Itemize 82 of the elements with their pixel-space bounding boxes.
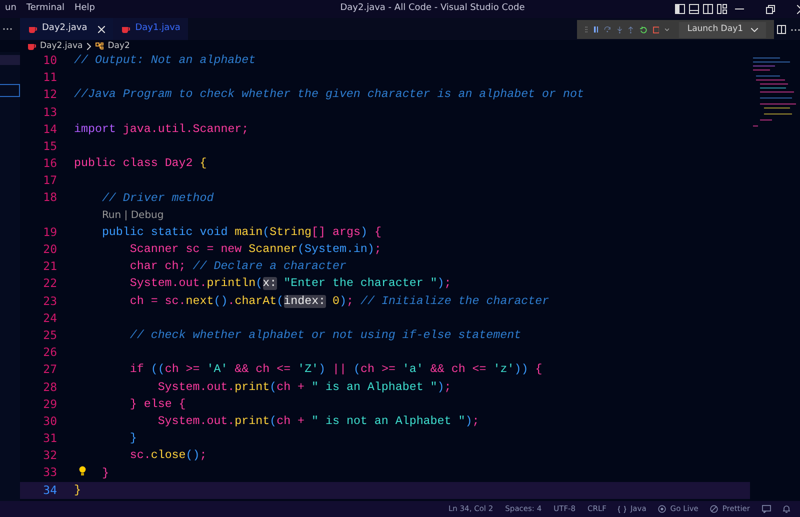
chevron-down-icon bbox=[751, 28, 758, 32]
code-line: if ((ch >= 'A' && ch <= 'Z') || (ch >= 'a' && ch <= 'z')) { bbox=[130, 362, 542, 378]
code-line: // check whether alphabet or not using if-else statement bbox=[130, 328, 522, 344]
sidebar-layout-icon[interactable] bbox=[675, 4, 685, 14]
code-line: //Java Program to check whether the given character is an alphabet or not bbox=[74, 87, 584, 104]
code-line: char ch; // Declare a character bbox=[130, 259, 346, 276]
stop-icon[interactable] bbox=[652, 24, 660, 34]
braces-icon bbox=[618, 506, 626, 512]
code-line: // Output: Not an alphabet bbox=[74, 53, 256, 69]
restart-icon[interactable] bbox=[640, 24, 647, 34]
menu-item[interactable]: Help bbox=[69, 2, 100, 16]
code-line: public class Day2 { bbox=[74, 156, 207, 172]
code-line: sc.close(); bbox=[130, 448, 207, 464]
line-number: 21 bbox=[43, 259, 57, 274]
class-icon bbox=[94, 42, 104, 50]
line-number: 29 bbox=[43, 396, 57, 411]
line-number: 18 bbox=[43, 190, 57, 204]
line-number: 34 bbox=[43, 482, 57, 497]
line-number: 14 bbox=[43, 122, 57, 136]
caret-icon[interactable] bbox=[665, 28, 670, 32]
line-number: 25 bbox=[43, 328, 57, 342]
java-file-icon bbox=[121, 24, 130, 34]
line-number: 23 bbox=[43, 294, 57, 308]
line-number: 13 bbox=[43, 104, 57, 119]
code-line: System.out.print(ch + " is an Alphabet "); bbox=[158, 380, 452, 396]
step-out-icon[interactable] bbox=[628, 24, 634, 34]
step-into-icon[interactable] bbox=[617, 24, 622, 34]
code-line: System.out.println(x: "Enter the character "); bbox=[130, 276, 452, 292]
line-number: 26 bbox=[43, 345, 57, 360]
line-number: 19 bbox=[43, 224, 57, 239]
line-number: 31 bbox=[43, 431, 57, 446]
chevron-icon bbox=[86, 42, 91, 50]
code-line: } bbox=[102, 466, 109, 482]
prohibited-icon bbox=[710, 505, 718, 513]
feedback-icon[interactable] bbox=[762, 505, 771, 513]
line-number: 20 bbox=[43, 242, 57, 256]
step-over-icon[interactable] bbox=[604, 25, 612, 34]
menu-item[interactable]: Terminal bbox=[21, 2, 70, 16]
code-line: // Driver method bbox=[102, 190, 214, 206]
bell-icon[interactable] bbox=[783, 505, 790, 513]
restore-icon[interactable] bbox=[766, 4, 775, 14]
launch-config-label: Launch Day1 bbox=[687, 23, 744, 36]
line-number: 12 bbox=[43, 87, 57, 102]
line-number: 16 bbox=[43, 156, 57, 170]
line-number: 27 bbox=[43, 362, 57, 376]
lightbulb-icon[interactable] bbox=[79, 466, 86, 476]
line-number: 30 bbox=[43, 414, 57, 428]
java-file-icon bbox=[27, 42, 36, 50]
launch-config-dropdown[interactable]: Launch Day1 bbox=[679, 22, 766, 38]
code-line: } bbox=[130, 431, 137, 448]
code-line: } else { bbox=[130, 396, 186, 413]
line-number: 32 bbox=[43, 448, 57, 462]
code-line: Scanner sc = new Scanner(System.in); bbox=[130, 242, 382, 258]
line-number: 15 bbox=[43, 138, 57, 153]
split-editor-icon[interactable] bbox=[777, 25, 786, 34]
split-layout-icon[interactable] bbox=[703, 4, 713, 14]
code-line: } bbox=[74, 482, 81, 499]
editor-tab[interactable]: Day1.java bbox=[113, 18, 188, 40]
code-line: ch = sc.next().charAt(index: 0); // Initialize the character bbox=[130, 294, 550, 310]
line-number: 11 bbox=[43, 70, 57, 84]
line-number: 17 bbox=[43, 173, 57, 188]
breadcrumb-item[interactable]: Day2 bbox=[108, 40, 130, 52]
codelens-links[interactable]: Run | Debug bbox=[102, 208, 164, 223]
line-number: 28 bbox=[43, 380, 57, 394]
code-line: public static void main(String[] args) { bbox=[102, 224, 382, 241]
broadcast-icon bbox=[658, 505, 666, 513]
line-number: 22 bbox=[43, 276, 57, 290]
customize-layout-icon[interactable] bbox=[717, 4, 727, 14]
pause-icon[interactable] bbox=[594, 25, 598, 34]
breadcrumb-item[interactable]: Day2.java bbox=[40, 40, 83, 52]
code-line: System.out.print(ch + " is not an Alphabet "); bbox=[158, 414, 480, 430]
window-title: Day2.java - All Code - Visual Studio Code bbox=[339, 2, 526, 16]
minimize-icon[interactable] bbox=[735, 8, 744, 10]
line-number: 10 bbox=[43, 52, 57, 67]
editor-tab[interactable]: Day2.java bbox=[20, 18, 114, 40]
panel-layout-icon[interactable] bbox=[689, 4, 699, 14]
java-file-icon bbox=[28, 24, 37, 34]
code-line: import java.util.Scanner; bbox=[74, 122, 249, 138]
line-number: 33 bbox=[43, 465, 57, 480]
line-number: 24 bbox=[43, 310, 57, 325]
close-icon[interactable] bbox=[98, 26, 106, 32]
menu-item[interactable]: un bbox=[0, 2, 22, 16]
